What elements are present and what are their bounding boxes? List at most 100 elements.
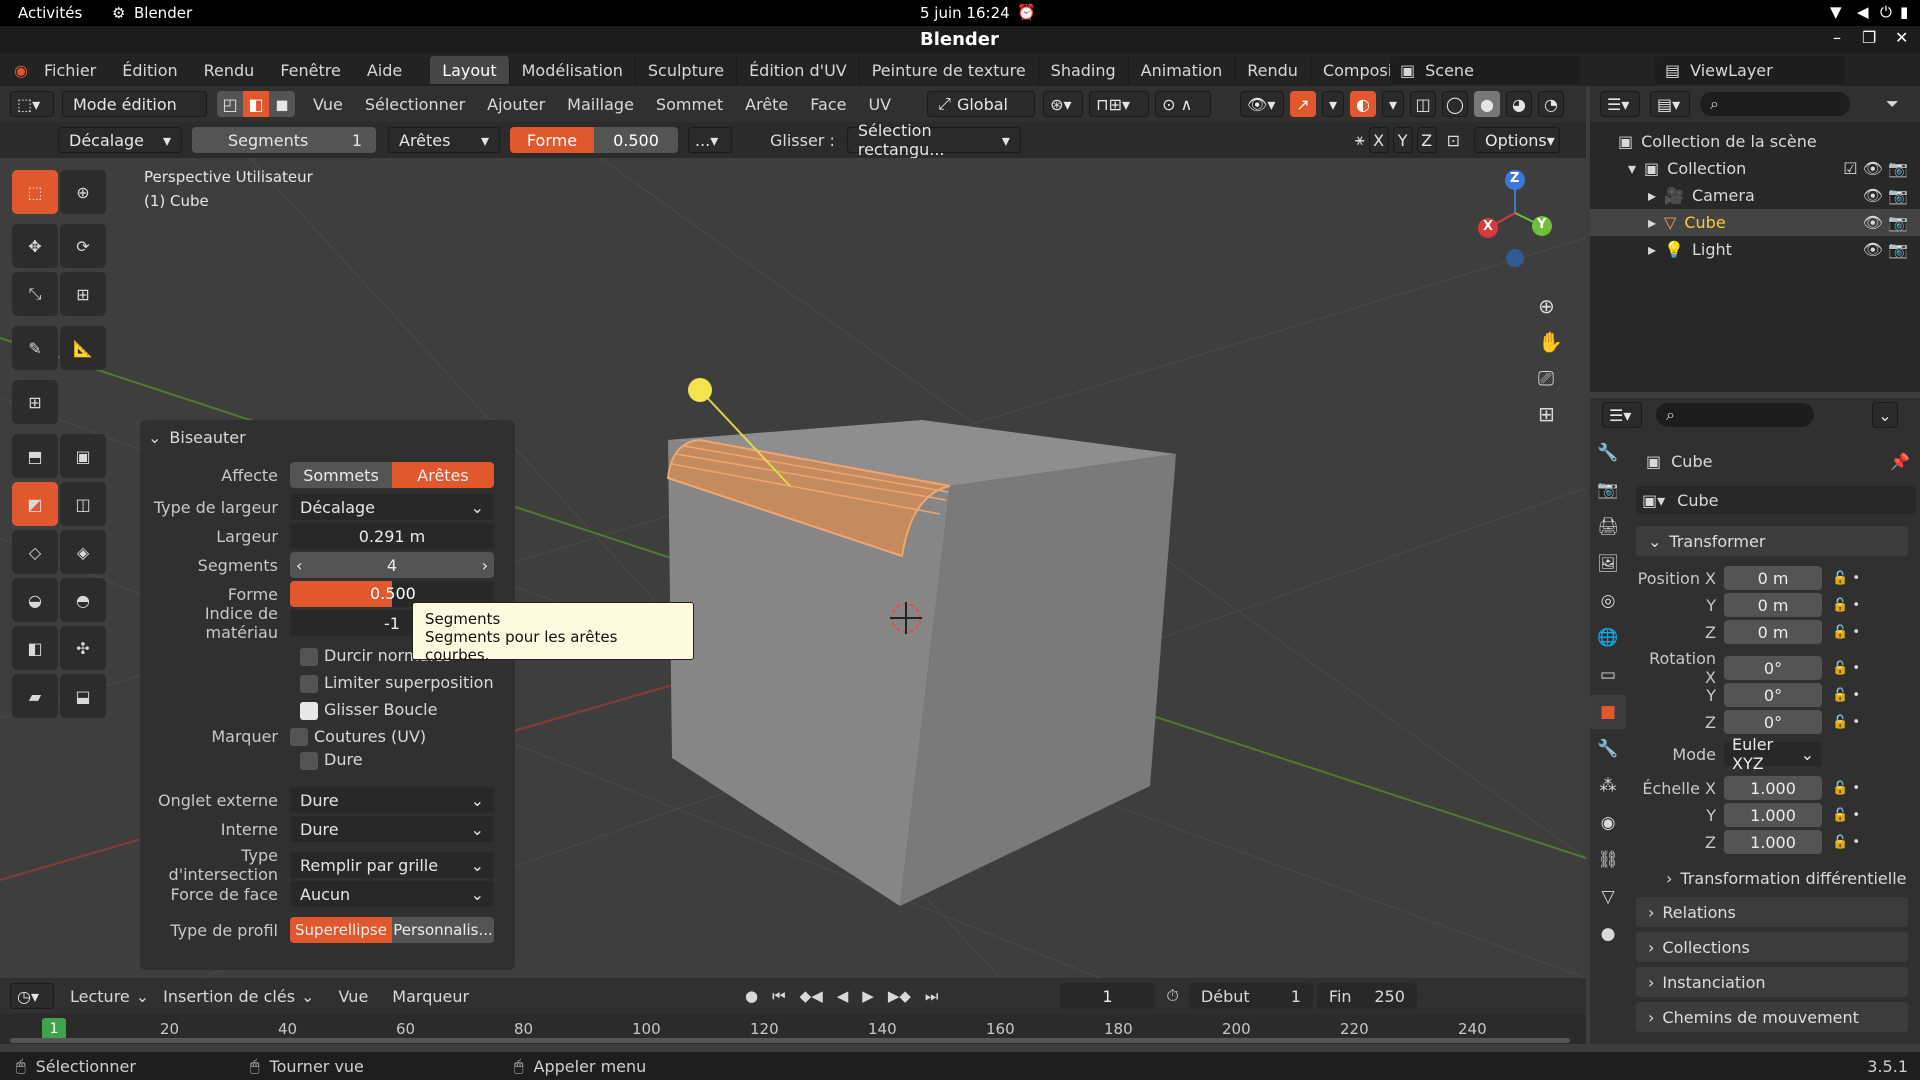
rotate-tool-icon[interactable]: ⟳ <box>60 224 106 268</box>
profile-custom-button[interactable]: Personnalis... <box>392 917 494 943</box>
gizmo-toggle-icon[interactable]: ↗ <box>1290 91 1316 117</box>
tab-sculpting[interactable]: Sculpture <box>636 56 738 84</box>
rip-tool-icon[interactable]: ⬓ <box>60 674 106 718</box>
overlay-toggle-icon[interactable]: ◐ <box>1350 91 1376 117</box>
battery-icon[interactable]: ▮ <box>1900 3 1908 21</box>
width-type-select[interactable]: Décalage ⌄ <box>290 494 494 520</box>
tab-layout[interactable]: Layout <box>430 56 510 84</box>
ortho-grid-icon[interactable]: ⊞ <box>1538 402 1563 426</box>
panel-header[interactable]: ⌄ Biseauter <box>140 420 515 454</box>
profile-superellipse-button[interactable]: Superellipse <box>290 917 392 943</box>
cursor-tool-icon[interactable]: ⊕ <box>60 170 106 214</box>
chevron-down-icon[interactable]: ⌄ <box>1872 402 1898 428</box>
scene-tab-icon[interactable]: ◎ <box>1590 584 1626 618</box>
menu-window[interactable]: Fenêtre <box>280 61 341 80</box>
transform-section-header[interactable]: ⌄ Transformer <box>1636 526 1908 556</box>
auto-merge-icon[interactable]: ⊡ <box>1447 131 1460 150</box>
vertex-select-icon[interactable]: ◰ <box>217 91 243 117</box>
chevron-left-icon[interactable]: ‹ <box>296 556 302 575</box>
mirror-y-button[interactable]: Y <box>1392 127 1413 153</box>
spin-tool-icon[interactable]: ◒ <box>12 578 58 622</box>
clamp-overlap-checkbox[interactable]: Limiter superposition <box>300 669 515 696</box>
render-tab-icon[interactable]: 📷 <box>1590 473 1626 507</box>
keying-menu[interactable]: Insertion de clés ⌄ <box>163 987 314 1006</box>
mirror-x-button[interactable]: X <box>1368 127 1389 153</box>
loop-cut-tool-icon[interactable]: ◫ <box>60 482 106 526</box>
material-tab-icon[interactable]: ● <box>1590 917 1626 951</box>
measure-tool-icon[interactable]: 📐 <box>60 326 106 370</box>
pivot-icon[interactable]: ⊛▾ <box>1043 91 1084 117</box>
properties-editor-icon[interactable]: ☰▾ <box>1602 402 1642 428</box>
solid-shading-icon[interactable]: ● <box>1474 91 1500 117</box>
output-tab-icon[interactable]: 🖨 <box>1590 510 1626 544</box>
light-object-icon[interactable] <box>688 378 712 402</box>
extrude-tool-icon[interactable]: ⬒ <box>12 434 58 478</box>
maximize-icon[interactable]: ❐ <box>1862 28 1876 47</box>
xray-icon[interactable]: ◫ <box>1410 91 1436 117</box>
wifi-icon[interactable]: ▼ <box>1830 3 1842 21</box>
move-tool-icon[interactable]: ✥ <box>12 224 58 268</box>
clock[interactable]: 5 juin 16:24 <box>920 4 1010 22</box>
outliner-search-input[interactable]: ⌕ <box>1700 92 1850 116</box>
timeline-view-menu[interactable]: Vue <box>338 987 368 1006</box>
loop-slide-checkbox[interactable]: Glisser Boucle <box>300 696 515 723</box>
lock-icon[interactable]: 🔓 • <box>1832 835 1860 850</box>
scene-collection-row[interactable]: ▣ Collection de la scène <box>1618 128 1920 155</box>
tab-shading[interactable]: Shading <box>1039 56 1129 84</box>
lock-icon[interactable]: 🔓 • <box>1832 688 1860 703</box>
affect-vertices-button[interactable]: Sommets <box>290 462 392 488</box>
slide-dropdown[interactable]: Sélection rectangu... ▾ <box>846 121 1021 159</box>
jump-start-icon[interactable]: ⏮ <box>772 987 786 1005</box>
outer-miter-select[interactable]: Dure ⌄ <box>290 787 494 813</box>
timeline-scrollbar[interactable] <box>10 1038 1570 1043</box>
data-tab-icon[interactable]: ▽ <box>1590 880 1626 914</box>
menu-render[interactable]: Rendu <box>204 61 255 80</box>
eye-icon[interactable]: 👁 📷 <box>1863 236 1908 263</box>
mirror-z-button[interactable]: Z <box>1416 127 1437 153</box>
snap-icon[interactable]: ⊓⊞▾ <box>1089 91 1150 117</box>
particles-tab-icon[interactable]: ⁂ <box>1590 769 1626 803</box>
delta-transform-subpanel[interactable]: › Transformation différentielle <box>1636 863 1916 893</box>
scene-selector[interactable]: ▣ Scene <box>1390 56 1580 84</box>
lock-icon[interactable]: 🔓 • <box>1832 598 1860 613</box>
tab-animation[interactable]: Animation <box>1129 56 1236 84</box>
position-z-field[interactable]: 0 m <box>1724 620 1822 644</box>
annotate-tool-icon[interactable]: ✎ <box>12 326 58 370</box>
menu-help[interactable]: Aide <box>367 61 402 80</box>
gizmo-dropdown-icon[interactable]: ▾ <box>1322 91 1344 117</box>
tool-tab-icon[interactable]: 🔧 <box>1590 436 1626 470</box>
pin-icon[interactable]: 📌 <box>1890 452 1910 471</box>
position-y-field[interactable]: 0 m <box>1724 593 1822 617</box>
object-datablock-field[interactable]: ▣▾ Cube <box>1636 486 1916 514</box>
lock-icon[interactable]: 🔓 • <box>1832 781 1860 796</box>
scale-z-field[interactable]: 1.000 <box>1724 830 1822 854</box>
tab-modeling[interactable]: Modélisation <box>510 56 636 84</box>
app-menu[interactable]: Blender <box>134 4 192 22</box>
minimize-icon[interactable]: – <box>1833 28 1841 47</box>
tab-uv-editing[interactable]: Édition d'UV <box>737 56 860 84</box>
lock-icon[interactable]: 🔓 • <box>1832 808 1860 823</box>
eye-icon[interactable]: 👁 📷 <box>1863 182 1908 209</box>
rotation-z-field[interactable]: 0° <box>1724 710 1822 734</box>
outliner-editor-icon[interactable]: ☰▾ <box>1600 91 1640 117</box>
knife-tool-icon[interactable]: ◇ <box>12 530 58 574</box>
current-frame-field[interactable]: 1 <box>1060 983 1155 1009</box>
smooth-tool-icon[interactable]: ◓ <box>60 578 106 622</box>
instancing-section-header[interactable]: › Instanciation <box>1636 967 1908 997</box>
collections-section-header[interactable]: › Collections <box>1636 932 1908 962</box>
editor-type-button[interactable]: ⬚▾ <box>10 91 54 117</box>
wireframe-shading-icon[interactable]: ◯ <box>1442 91 1468 117</box>
lock-icon[interactable]: 🔓 • <box>1832 661 1860 676</box>
more-options-dropdown[interactable]: ... ▾ <box>688 127 732 153</box>
power-icon[interactable]: ⏻ <box>1880 3 1892 21</box>
rotation-x-field[interactable]: 0° <box>1724 656 1822 680</box>
menu-edge[interactable]: Arête <box>745 95 788 114</box>
shape-slider[interactable]: Forme 0.500 <box>510 127 678 153</box>
shrink-fatten-tool-icon[interactable]: ✣ <box>60 626 106 670</box>
visibility-icon[interactable]: 👁▾ <box>1240 91 1284 117</box>
volume-icon[interactable]: ◀ <box>1857 3 1869 21</box>
mode-selector[interactable]: Mode édition <box>62 91 207 117</box>
add-cube-tool-icon[interactable]: ⊞ <box>12 380 58 424</box>
face-strength-select[interactable]: Aucun ⌄ <box>290 881 494 907</box>
segments-field[interactable]: Segments 1 <box>192 127 376 153</box>
